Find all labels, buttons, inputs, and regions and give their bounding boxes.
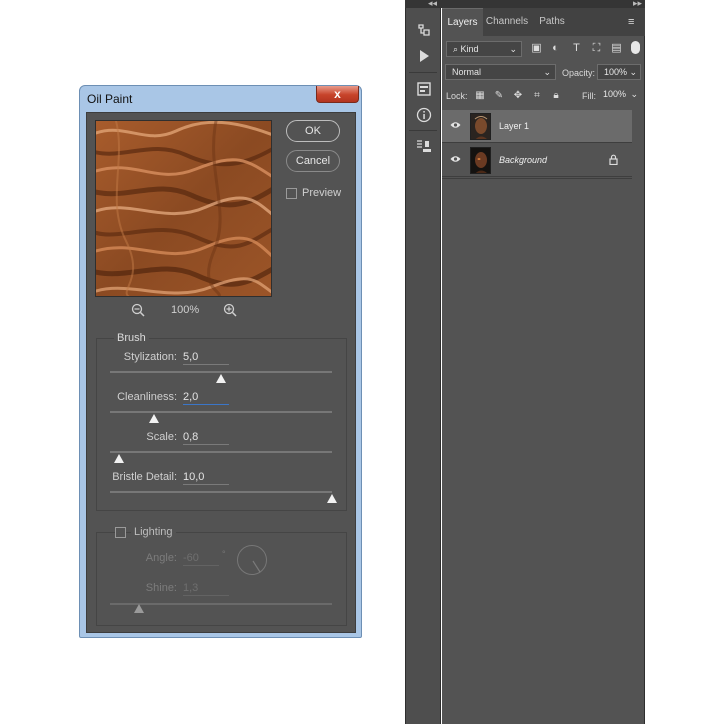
oil-paint-dialog: Oil Paint x OK Cancel Preview 100% Brush…: [79, 85, 362, 638]
tab-layers[interactable]: Layers: [442, 8, 483, 36]
bristle-detail-field[interactable]: 10,0: [183, 471, 229, 485]
chevron-down-icon: ⌄: [629, 67, 637, 77]
stylization-slider-thumb[interactable]: [216, 374, 226, 383]
info-icon[interactable]: [415, 106, 433, 124]
bristle-detail-label: Bristle Detail:: [112, 471, 177, 483]
eye-icon[interactable]: [450, 121, 461, 131]
preview-image[interactable]: [95, 120, 272, 297]
lock-icon: [609, 154, 618, 168]
brush-group-title: Brush: [114, 332, 149, 344]
close-button[interactable]: x: [316, 86, 359, 103]
ok-button[interactable]: OK: [286, 120, 340, 142]
preview-checkbox[interactable]: [286, 188, 297, 199]
opacity-field[interactable]: 100% ⌄: [597, 64, 641, 80]
lock-brush-icon[interactable]: ✎: [493, 90, 505, 102]
search-icon: ⌕: [453, 44, 461, 54]
cancel-button[interactable]: Cancel: [286, 150, 340, 172]
lock-label: Lock:: [446, 91, 468, 101]
cleanliness-field[interactable]: 2,0: [183, 391, 229, 405]
lighting-label: Lighting: [131, 526, 176, 538]
bristle-detail-slider-thumb[interactable]: [327, 494, 337, 503]
history-icon[interactable]: [415, 22, 433, 40]
scale-field[interactable]: 0,8: [183, 431, 229, 445]
angle-label: Angle:: [145, 552, 177, 564]
shine-label: Shine:: [145, 582, 177, 594]
filter-kind-value: Kind: [460, 44, 479, 54]
chevron-down-icon: ⌄: [543, 67, 551, 77]
tab-paths[interactable]: Paths: [534, 8, 570, 36]
angle-dial[interactable]: [237, 545, 267, 575]
blend-mode-select[interactable]: Normal ⌄: [445, 64, 556, 80]
preview-label: Preview: [302, 187, 342, 199]
layer-row[interactable]: Layer 1: [442, 110, 632, 143]
cleanliness-label: Cleanliness:: [117, 391, 177, 403]
cleanliness-slider-thumb[interactable]: [149, 414, 160, 423]
zoom-level: 100%: [171, 304, 200, 316]
opacity-label: Opacity:: [562, 68, 596, 78]
fill-value: 100%: [603, 89, 627, 99]
lock-artboard-icon[interactable]: ⌗: [531, 90, 543, 102]
cleanliness-slider-track[interactable]: [110, 411, 332, 413]
lock-all-icon[interactable]: 🔒︎: [550, 90, 562, 102]
angle-field[interactable]: -60: [183, 552, 219, 566]
zoom-out-icon[interactable]: [131, 303, 145, 322]
clone-source-icon[interactable]: [415, 138, 433, 156]
strip-divider-2: [409, 130, 437, 131]
strip-divider: [409, 72, 437, 73]
filter-type-icon[interactable]: T: [570, 42, 583, 55]
layers-panel: Layers Channels Paths ≡ ⌕ Kind ⌄ ▣ ◐ T ⛶…: [442, 8, 645, 724]
layer-name[interactable]: Layer 1: [499, 121, 529, 131]
adjustments-icon[interactable]: [415, 80, 433, 98]
angle-degree-symbol: °: [222, 549, 226, 559]
shine-field[interactable]: 1,3: [183, 582, 229, 596]
lighting-checkbox[interactable]: [115, 527, 126, 538]
fill-label: Fill:: [582, 91, 596, 101]
tab-channels[interactable]: Channels: [484, 8, 530, 36]
layer-row[interactable]: Background: [442, 144, 632, 177]
stylization-label: Stylization:: [123, 351, 177, 363]
dialog-body: OK Cancel Preview 100% Brush Stylization…: [86, 112, 356, 633]
actions-play-icon[interactable]: [415, 47, 433, 65]
stylization-slider-track[interactable]: [110, 371, 332, 373]
filter-smart-object-icon[interactable]: ▤: [610, 42, 623, 55]
oil-texture-image: [96, 121, 271, 296]
layer-name[interactable]: Background: [499, 155, 547, 165]
lock-position-icon[interactable]: ✥: [512, 90, 524, 102]
layers-list-end: [442, 178, 632, 179]
filter-adjustment-icon[interactable]: ◐: [549, 42, 562, 55]
lock-transparent-icon[interactable]: ▦: [474, 90, 486, 102]
filter-shape-icon[interactable]: ⛶: [590, 42, 603, 55]
scale-slider-track[interactable]: [110, 451, 332, 453]
panel-menu-icon[interactable]: ≡: [628, 16, 634, 28]
panel-collapse-bar[interactable]: [405, 0, 645, 8]
chevron-down-icon: ⌄: [630, 89, 638, 99]
opacity-value: 100%: [604, 67, 628, 77]
blend-mode-value: Normal: [452, 67, 482, 77]
eye-icon[interactable]: [450, 155, 461, 165]
filter-kind-select[interactable]: ⌕ Kind ⌄: [446, 41, 522, 57]
panel-tab-bar: Layers Channels Paths ≡: [442, 8, 645, 36]
scale-label: Scale:: [146, 431, 177, 443]
dialog-title: Oil Paint: [87, 92, 133, 106]
filter-pixel-icon[interactable]: ▣: [530, 42, 543, 55]
stylization-field[interactable]: 5,0: [183, 351, 229, 365]
bristle-detail-slider-track[interactable]: [110, 491, 332, 493]
zoom-in-icon[interactable]: [223, 303, 237, 322]
collapse-left-icon[interactable]: ◂◂: [428, 0, 437, 9]
layer-thumbnail: [470, 113, 491, 140]
shine-slider-thumb[interactable]: [133, 604, 144, 613]
scale-slider-thumb[interactable]: [113, 454, 124, 463]
fill-field[interactable]: 100% ⌄: [597, 87, 641, 103]
filter-toggle-icon[interactable]: [631, 41, 640, 54]
layer-thumbnail: [470, 147, 491, 174]
chevron-down-icon: ⌄: [509, 44, 517, 54]
